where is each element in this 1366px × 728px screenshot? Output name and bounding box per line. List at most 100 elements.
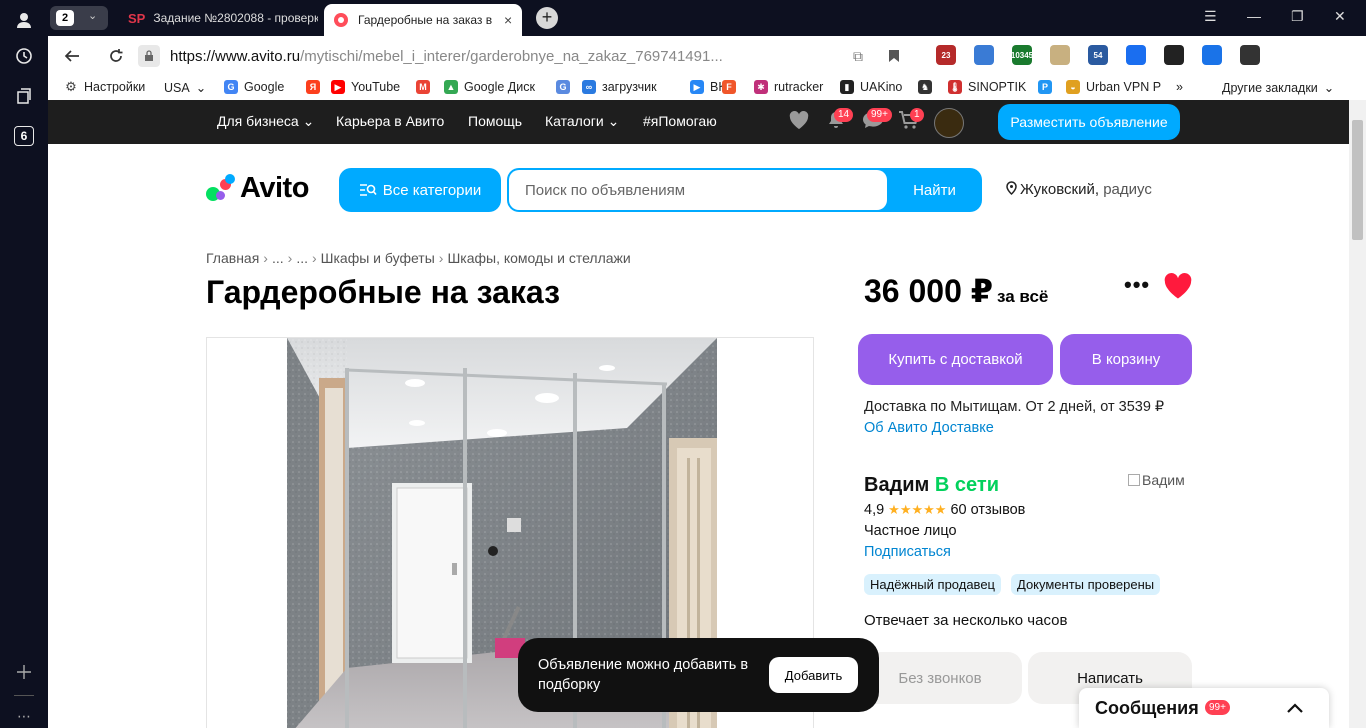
bookmark-item[interactable]: G [556, 80, 576, 94]
bookmark-item[interactable]: 🌡 SINOPTIK [948, 80, 1026, 94]
bookmark-favicon-icon: P [1038, 80, 1052, 94]
bookmark-label: YouTube [351, 80, 401, 94]
bookmark-item[interactable]: ▶ YouTube [331, 80, 400, 94]
sidebar-more-icon[interactable]: ⋯ [12, 704, 36, 728]
bookmark-item[interactable]: G Google [224, 80, 284, 94]
avito-delivery-link[interactable]: Об Авито Доставке [864, 420, 994, 436]
breadcrumb: Главная ›... ›... › Шкафы и буфеты › Шкафы, ко… [206, 250, 631, 266]
bookmark-item[interactable]: ⚙ Настройки [64, 79, 145, 94]
user-avatar[interactable] [934, 108, 964, 138]
subscribe-link[interactable]: Подписаться [864, 544, 951, 560]
nav-catalogs[interactable]: Каталоги ⌄ [545, 113, 619, 130]
post-ad-button[interactable]: Разместить объявление [998, 104, 1180, 140]
share-icon[interactable]: ⧉ [846, 44, 870, 68]
sp-favicon-icon: SP [128, 10, 146, 26]
bookmark-favicon-icon: Я [306, 80, 320, 94]
bookmark-item[interactable]: ▶ ВК [690, 80, 726, 94]
location-selector[interactable]: Жуковский, радиус [1006, 181, 1152, 198]
extension-icon[interactable] [1164, 45, 1184, 65]
seller-name[interactable]: Вадим В сети [864, 474, 999, 497]
rating-stars-icon: ★★★★★ [888, 502, 947, 517]
history-icon[interactable] [12, 44, 36, 68]
nav-i-help[interactable]: #яПомогаю [643, 113, 717, 129]
lock-icon[interactable] [138, 45, 160, 67]
no-calls-button[interactable]: Без звонков [858, 652, 1022, 704]
breadcrumb-separator: › [438, 250, 444, 266]
bookmark-item[interactable]: P [1038, 80, 1058, 94]
add-to-cart-button[interactable]: В корзину [1060, 334, 1192, 385]
back-icon[interactable] [60, 44, 84, 68]
extension-icon[interactable]: 54 [1088, 45, 1108, 65]
breadcrumb-item[interactable]: Главная [206, 250, 259, 266]
extension-icon[interactable] [1202, 45, 1222, 65]
favorites-heart-icon[interactable] [788, 110, 810, 136]
nav-help[interactable]: Помощь [468, 113, 522, 129]
bookmark-item[interactable]: ✱ rutracker [754, 80, 823, 94]
minimize-icon[interactable]: — [1247, 8, 1261, 24]
extension-icon[interactable]: 10345 [1011, 45, 1033, 65]
chevron-up-icon[interactable] [1283, 696, 1307, 720]
url-field[interactable]: https://www.avito.ru/mytischi/mebel_i_in… [138, 41, 858, 71]
all-categories-button[interactable]: Все категории [339, 168, 501, 212]
bookmark-item[interactable]: ◒ Urban VPN P [1066, 80, 1161, 94]
tab-task[interactable]: SP Задание №2802088 - проверка [128, 4, 318, 32]
bookmark-item[interactable]: F [722, 80, 742, 94]
nav-career[interactable]: Карьера в Авито [336, 113, 444, 129]
more-options-icon[interactable]: ••• [1124, 272, 1150, 298]
bookmark-item[interactable]: ♞ [918, 80, 938, 94]
breadcrumb-item[interactable]: Шкафы и буфеты [321, 250, 435, 266]
close-tab-icon[interactable]: × [504, 12, 512, 28]
reload-icon[interactable] [104, 44, 128, 68]
bookmark-item[interactable]: Я [306, 80, 326, 94]
favorite-heart-icon[interactable] [1163, 272, 1193, 302]
bookmark-item[interactable]: » [1176, 80, 1183, 94]
close-window-icon[interactable]: ✕ [1334, 8, 1346, 25]
breadcrumb-item[interactable]: Шкафы, комоды и стеллажи [447, 250, 630, 266]
search-button[interactable]: Найти [887, 168, 982, 212]
bookmark-item[interactable]: ▲ Google Диск [444, 80, 535, 94]
bookmark-favicon-icon: G [556, 80, 570, 94]
nav-for-business[interactable]: Для бизнеса ⌄ [217, 113, 314, 130]
bookmark-item[interactable]: ∞ загрузчик [582, 80, 657, 94]
bookmark-item[interactable]: Другие закладки ⌄ [1222, 80, 1334, 96]
menu-icon[interactable]: ☰ [1204, 8, 1217, 25]
tab-title: Гардеробные на заказ в [358, 13, 493, 27]
bookmark-label: SINOPTIK [968, 80, 1027, 94]
bookmark-item[interactable]: M [416, 80, 436, 94]
bookmark-item[interactable]: USA ⌄ [164, 80, 207, 96]
breadcrumb-item[interactable]: ... [272, 250, 284, 266]
response-time: Отвечает за несколько часов [864, 612, 1068, 629]
seller-rating[interactable]: 4,9 ★★★★★ 60 отзывов [864, 502, 1025, 518]
seller-avatar[interactable]: Вадим [1128, 472, 1185, 488]
tab-avito-active[interactable]: Гардеробные на заказ в × [324, 4, 522, 36]
bookmark-favicon-icon: ▮ [840, 80, 854, 94]
collections-icon[interactable] [12, 84, 36, 108]
new-tab-button[interactable]: + [536, 7, 558, 29]
seller-online-status: В сети [934, 474, 999, 496]
bookmarks-bar: ⚙ Настройки USA ⌄ G Google Я ▶ YouTube M ▲ Google … [48, 76, 1366, 100]
extension-icon[interactable] [974, 45, 994, 65]
breadcrumb-item[interactable]: ... [296, 250, 308, 266]
extension-icon[interactable] [1050, 45, 1070, 65]
extension-icon[interactable]: 23 [936, 45, 956, 65]
avito-top-nav: Для бизнеса ⌄ Карьера в Авито Помощь Кат… [48, 100, 1349, 144]
buy-with-delivery-button[interactable]: Купить с доставкой [858, 334, 1053, 385]
avito-logo[interactable]: Avito [206, 172, 309, 205]
add-panel-icon[interactable] [12, 660, 36, 684]
avito-logo-text: Avito [240, 172, 309, 204]
extension-icon[interactable] [1240, 45, 1260, 65]
chevron-down-icon: ⌄ [195, 81, 207, 95]
search-input[interactable] [509, 170, 887, 210]
extension-icon[interactable] [1126, 45, 1146, 65]
tabs-count-icon[interactable]: 6 [14, 126, 34, 146]
messages-panel[interactable]: Сообщения 99+ [1079, 688, 1329, 728]
toast-add-button[interactable]: Добавить [769, 657, 858, 693]
bookmark-icon[interactable] [882, 44, 906, 68]
page-scrollbar[interactable] [1349, 100, 1366, 728]
scrollbar-thumb[interactable] [1352, 120, 1363, 240]
price: 36 000 ₽ за всё [864, 272, 1048, 310]
bookmark-item[interactable]: ▮ UAKino [840, 80, 902, 94]
restore-icon[interactable]: ❐ [1291, 8, 1304, 25]
tab-group-switcher[interactable]: 2 ⌄ [50, 6, 108, 30]
profile-icon[interactable] [12, 8, 36, 32]
